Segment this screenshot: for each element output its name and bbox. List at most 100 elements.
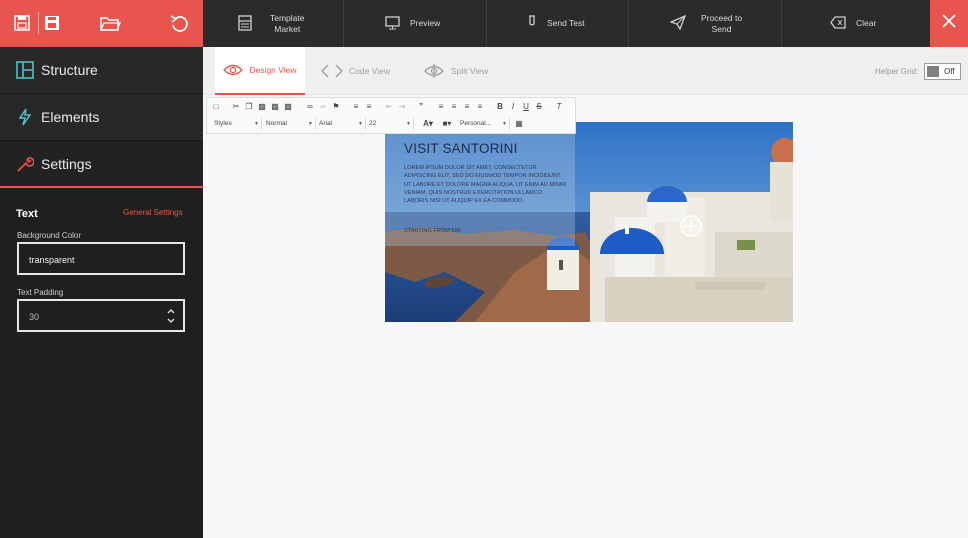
wrench-icon (16, 155, 35, 173)
hero-title[interactable]: VISIT SANTORINI (404, 141, 518, 156)
clear-label: Clear (856, 18, 877, 28)
copy-icon[interactable]: ❐ (244, 101, 254, 113)
general-settings-link[interactable]: General Settings (123, 208, 183, 217)
link-icon[interactable]: ∞ (305, 101, 315, 113)
view-bar: Design View Code View Split View Helper … (203, 47, 968, 95)
top-toolbar: Template Market Preview Send Test Procee… (0, 0, 968, 47)
hero-body-text[interactable]: LOREM IPSUM DOLOR SIT AMET, CONSECTETUR … (404, 164, 566, 205)
numbered-list-icon[interactable]: ≡ (351, 101, 361, 113)
divider (628, 0, 629, 47)
sidebar-item-label: Settings (41, 156, 92, 172)
align-justify-icon[interactable]: ≡ (475, 101, 485, 113)
helper-grid: Helper Grid: Off (875, 63, 962, 80)
panel-title: Text (16, 208, 38, 220)
cut-icon[interactable]: ✂ (231, 101, 241, 113)
sidebar-item-elements[interactable]: Elements (0, 94, 203, 141)
eye-icon (223, 64, 244, 76)
template-market-button[interactable]: Template Market (238, 0, 305, 47)
toggle-knob (927, 66, 940, 77)
sidebar-item-settings[interactable]: Settings (0, 141, 203, 188)
toggle-state: Off (944, 67, 955, 76)
send-test-button[interactable]: Send Test (527, 0, 585, 47)
align-center-icon[interactable]: ≡ (449, 101, 459, 113)
tab-label: Split View (451, 66, 489, 76)
format-select[interactable]: Normal ▾ (266, 118, 316, 130)
save-as-icon[interactable] (41, 12, 63, 34)
sidebar-item-label: Structure (41, 62, 98, 78)
styles-value: Styles (214, 120, 232, 127)
tab-code-view[interactable]: Code View (321, 47, 390, 95)
hero-block[interactable]: VISIT SANTORINI LOREM IPSUM DOLOR SIT AM… (385, 122, 793, 322)
chevron-down-icon: ▾ (358, 121, 362, 127)
chevron-down-icon: ▾ (308, 121, 312, 127)
clear-format-icon[interactable]: T (554, 101, 564, 113)
image-icon[interactable]: ▦ (514, 118, 524, 130)
styles-select[interactable]: Styles ▾ (214, 118, 262, 130)
text-padding-field[interactable]: 30 (17, 299, 185, 332)
undo-icon[interactable] (168, 12, 190, 34)
new-page-icon[interactable]: □ (211, 101, 221, 113)
clear-icon (830, 16, 846, 31)
split-eye-icon (424, 64, 444, 78)
monitor-icon (385, 15, 400, 32)
paste-word-icon[interactable]: ▩ (283, 101, 293, 113)
sidebar-item-structure[interactable]: Structure (0, 47, 203, 94)
close-button[interactable] (930, 0, 968, 47)
helper-grid-toggle[interactable]: Off (924, 63, 962, 80)
paste-text-icon[interactable]: ▩ (270, 101, 280, 113)
beaker-icon (527, 15, 537, 32)
tab-label: Code View (349, 66, 390, 76)
template-market-icon (238, 14, 252, 33)
rich-text-toolbar: □ ✂ ❐ ▩ ▩ ▩ ∞ ∞ ⚑ ≡ ≡ ⇤ ⇥ ” ≡ ≡ ≡ ≡ B I … (206, 97, 576, 134)
font-size-select[interactable]: 22 ▾ (369, 118, 414, 130)
background-color-value: transparent (29, 255, 75, 265)
proceed-to-send-button[interactable]: Proceed to Send (669, 0, 743, 47)
align-left-icon[interactable]: ≡ (436, 101, 446, 113)
blockquote-icon[interactable]: ” (416, 101, 426, 113)
chevron-down-icon: ▾ (406, 121, 410, 127)
text-padding-value: 30 (29, 312, 40, 322)
save-icon[interactable] (11, 12, 33, 34)
tab-label: Design View (249, 65, 297, 75)
proceed-to-send-label: Proceed to Send (701, 12, 743, 34)
font-value: Arial (319, 120, 333, 127)
anchor-flag-icon[interactable]: ⚑ (331, 101, 341, 113)
lightning-icon (16, 108, 34, 126)
tab-split-view[interactable]: Split View (423, 47, 488, 95)
strikethrough-icon[interactable]: S (534, 101, 544, 113)
personalize-select[interactable]: Personal... ▾ (460, 118, 510, 130)
text-padding-label: Text Padding (17, 288, 64, 297)
text-color-icon[interactable]: A▾ (420, 118, 436, 130)
stepper-arrows-icon[interactable] (166, 307, 176, 325)
align-right-icon[interactable]: ≡ (462, 101, 472, 113)
tab-design-view[interactable]: Design View (215, 47, 305, 95)
close-icon (942, 14, 956, 33)
unlink-icon[interactable]: ∞ (318, 101, 328, 113)
format-value: Normal (266, 120, 287, 127)
file-tools (0, 0, 203, 47)
open-folder-icon[interactable] (99, 12, 121, 34)
bulleted-list-icon[interactable]: ≡ (364, 101, 374, 113)
divider (781, 0, 782, 47)
background-color-field[interactable]: transparent (17, 242, 185, 275)
background-color-label: Background Color (17, 231, 82, 240)
paste-icon[interactable]: ▩ (257, 101, 267, 113)
divider (486, 0, 487, 47)
move-handle-icon[interactable] (680, 215, 702, 237)
font-select[interactable]: Arial ▾ (319, 118, 366, 130)
underline-icon[interactable]: U (521, 101, 531, 113)
divider (38, 12, 39, 34)
columns-icon (16, 61, 34, 79)
chevron-down-icon: ▾ (254, 121, 258, 127)
bold-icon[interactable]: B (495, 101, 505, 113)
background-color-icon[interactable]: ■▾ (439, 118, 455, 130)
clear-button[interactable]: Clear (830, 0, 876, 47)
divider (343, 0, 344, 47)
indent-icon[interactable]: ⇥ (397, 101, 407, 113)
hero-cta-text[interactable]: STARTING FROM $99 (404, 228, 461, 234)
preview-label: Preview (410, 18, 441, 28)
preview-button[interactable]: Preview (385, 0, 440, 47)
sidebar-item-label: Elements (41, 109, 100, 125)
outdent-icon[interactable]: ⇤ (384, 101, 394, 113)
italic-icon[interactable]: I (508, 101, 518, 113)
